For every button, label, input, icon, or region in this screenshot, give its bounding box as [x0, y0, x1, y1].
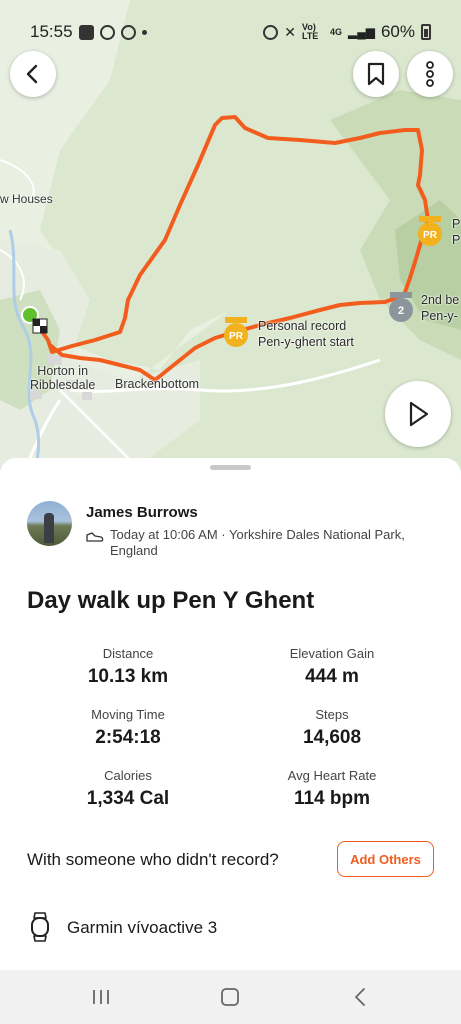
stat-value: 10.13 km: [87, 666, 169, 687]
system-nav-bar: [0, 970, 461, 1024]
home-button[interactable]: [215, 985, 245, 1009]
battery-icon: [421, 24, 431, 40]
route-map[interactable]: PR PR 2 w Houses Horton in Ribblesdale B…: [0, 0, 461, 480]
status-bar: 15:55 ✕ Vo) LTE 4G ▂▄▆ 60%: [0, 0, 461, 48]
system-back-icon: [355, 988, 365, 1006]
map-label-second-best: 2nd be Pen-y-: [421, 293, 460, 323]
map-label-horton: Horton in Ribblesdale: [30, 364, 96, 392]
svg-text:2: 2: [398, 305, 404, 317]
with-someone-prompt: With someone who didn't record?: [27, 850, 279, 869]
shoe-icon: [86, 532, 104, 542]
stat-label: Moving Time: [91, 707, 165, 722]
stat-label: Calories: [104, 768, 152, 783]
signal-bars-icon: ▂▄▆: [348, 25, 375, 39]
bookmark-button[interactable]: [353, 51, 399, 97]
athlete-name[interactable]: James Burrows: [86, 504, 198, 521]
map-label-houses: w Houses: [0, 192, 53, 206]
bookmark-icon: [367, 62, 385, 86]
stat-value: 2:54:18: [95, 727, 161, 748]
stat-value: 444 m: [305, 666, 359, 687]
device-name[interactable]: Garmin vívoactive 3: [67, 918, 217, 938]
home-icon: [221, 988, 239, 1006]
map-label-brackenbottom: Brackenbottom: [115, 377, 200, 391]
watch-icon: [31, 912, 49, 942]
second-best-badge-icon[interactable]: 2: [386, 292, 416, 324]
more-options-button[interactable]: [407, 51, 453, 97]
play-flyover-button[interactable]: [385, 381, 451, 447]
add-others-button[interactable]: Add Others: [337, 841, 434, 877]
signal-type-label: 4G: [329, 26, 342, 37]
more-vertical-icon: [426, 61, 434, 87]
stat-moving-time: Moving Time 2:54:18: [28, 707, 228, 749]
stat-value: 114 bpm: [293, 788, 371, 809]
stat-label: Distance: [102, 646, 154, 661]
activity-title: Day walk up Pen Y Ghent: [27, 587, 315, 614]
notification-dot-icon: [141, 29, 147, 35]
svg-text:PR: PR: [423, 230, 438, 241]
avatar[interactable]: [27, 501, 72, 546]
stat-value: 14,608: [302, 727, 362, 748]
sync-icon: [120, 24, 136, 40]
stat-label: Elevation Gain: [289, 646, 375, 661]
map-label-pr-right: P P: [452, 217, 461, 247]
back-button[interactable]: [10, 51, 56, 97]
recents-icon: [93, 990, 109, 1004]
map-label-pr-start: Personal record Pen-y-ghent start: [258, 319, 354, 349]
activity-sheet: James Burrows Today at 10:06 AM · Yorksh…: [0, 458, 461, 970]
system-back-button[interactable]: [345, 985, 375, 1009]
mute-icon: ✕: [284, 23, 296, 40]
stat-value: 1,334 Cal: [86, 788, 170, 809]
stat-label: Steps: [315, 707, 349, 722]
sheet-drag-handle[interactable]: [210, 465, 251, 470]
whatsapp-icon: [99, 24, 115, 40]
stat-avg-heart-rate: Avg Heart Rate 114 bpm: [232, 768, 432, 810]
stat-elevation-gain: Elevation Gain 444 m: [232, 646, 432, 688]
activity-meta: Today at 10:06 AM · Yorkshire Dales Nati…: [110, 527, 405, 558]
alarm-icon: [263, 24, 279, 40]
stat-distance: Distance 10.13 km: [28, 646, 228, 688]
stat-label: Avg Heart Rate: [287, 768, 377, 783]
status-time: 15:55: [30, 22, 73, 41]
pr-badge-icon[interactable]: PR: [221, 317, 251, 349]
network-label: Vo) LTE: [301, 22, 319, 41]
battery-percent: 60%: [380, 22, 415, 41]
back-arrow-icon: [26, 64, 38, 84]
pr-badge-right-icon[interactable]: PR: [415, 216, 445, 248]
stat-calories: Calories 1,334 Cal: [28, 768, 228, 810]
recents-button[interactable]: [86, 985, 116, 1009]
ring-app-icon: [78, 24, 94, 40]
stat-steps: Steps 14,608: [232, 707, 432, 749]
svg-text:PR: PR: [229, 331, 244, 342]
play-icon: [409, 401, 429, 427]
